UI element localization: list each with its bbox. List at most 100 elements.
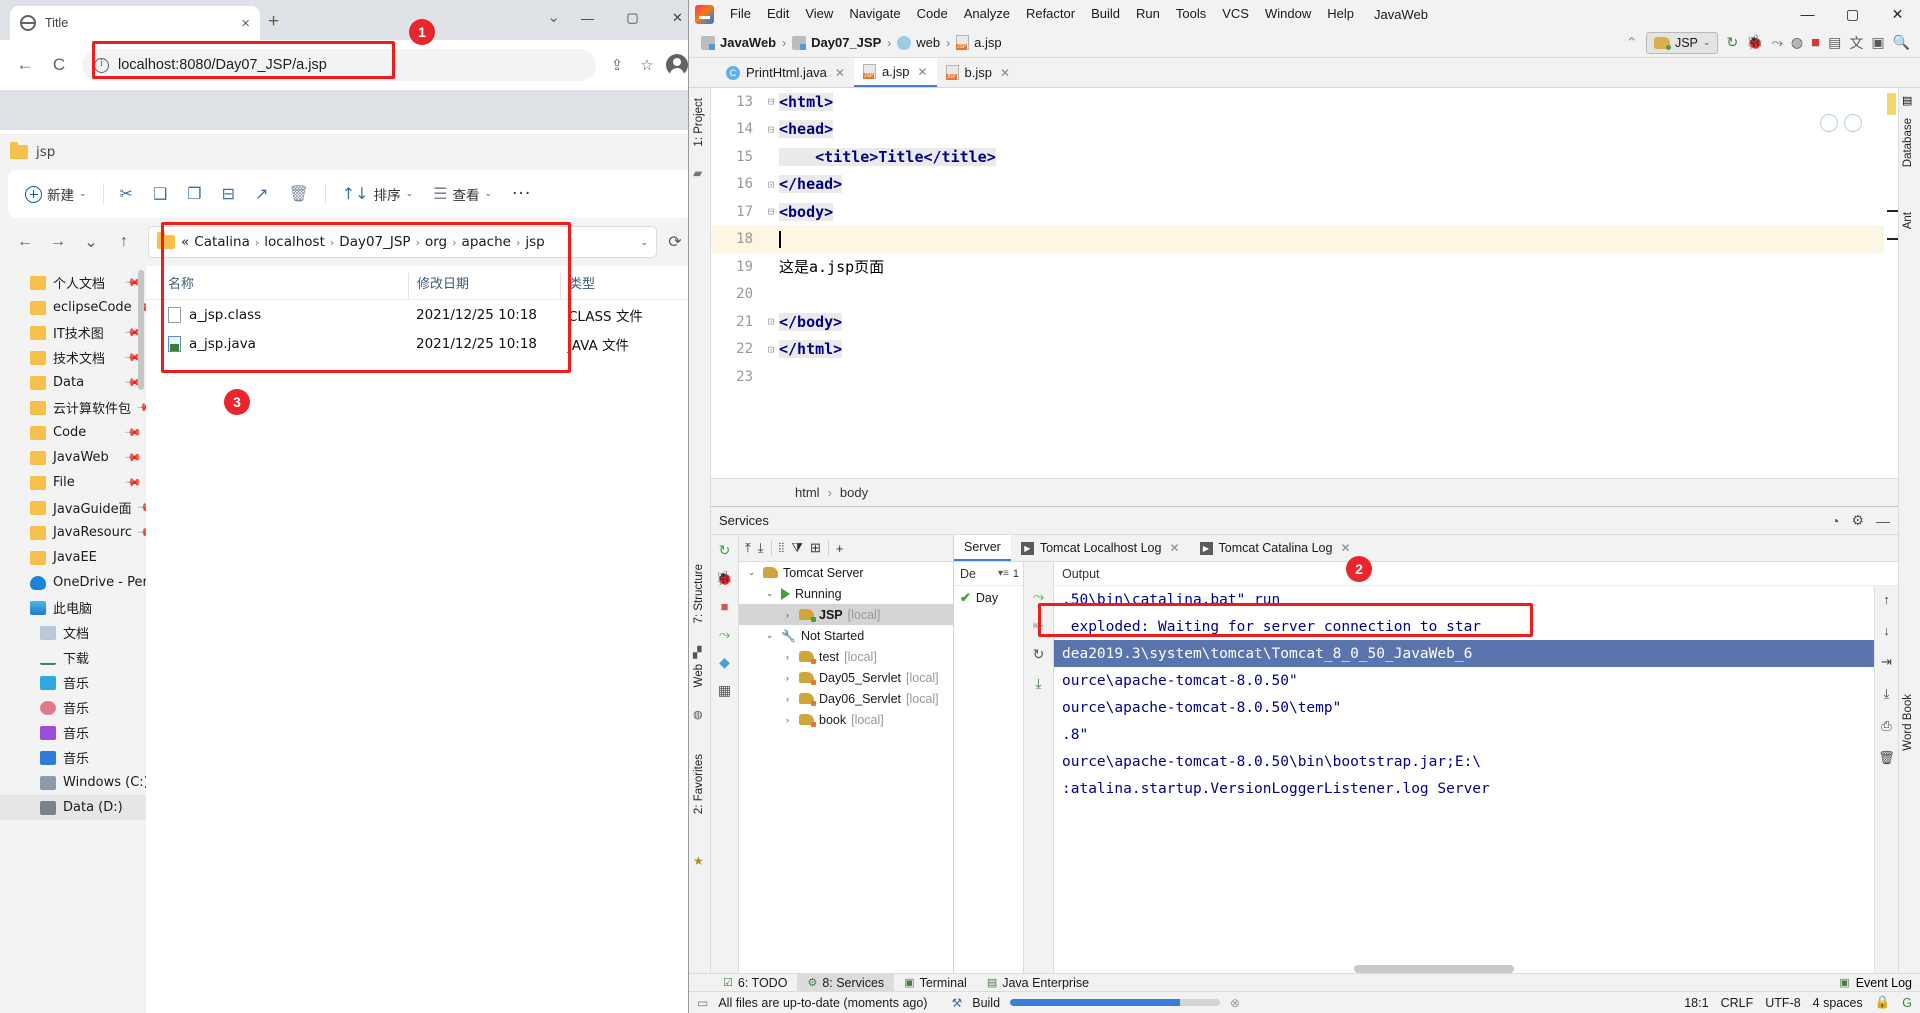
cancel-icon[interactable]: ⊗ <box>1230 996 1240 1010</box>
close-button[interactable]: ✕ <box>1875 0 1920 28</box>
breadcrumb-segment[interactable]: org <box>425 234 447 250</box>
tree-item-tomcat-server[interactable]: ⌄ Tomcat Server <box>739 562 953 583</box>
close-icon[interactable]: ✕ <box>1340 541 1350 555</box>
twisty-icon[interactable]: › <box>781 715 794 725</box>
sidebar-item-javaguide-[interactable]: JavaGuide面 📌 <box>0 495 146 520</box>
twisty-icon[interactable]: › <box>781 673 794 683</box>
tool-button-6-todo[interactable]: ☑ 6: TODO <box>713 974 797 992</box>
share-button[interactable]: ↗ <box>246 177 277 211</box>
file-encoding[interactable]: UTF-8 <box>1765 996 1800 1010</box>
pin-icon[interactable]: 📌 <box>124 448 143 467</box>
line-separator[interactable]: CRLF <box>1721 996 1754 1010</box>
tool-button-favorites[interactable]: 2: Favorites <box>693 748 705 820</box>
browser-preview-icon[interactable] <box>1844 114 1862 132</box>
deploy-icon[interactable]: ⤳ <box>1033 588 1044 605</box>
bookmark-star-icon[interactable]: ☆ <box>632 50 662 80</box>
console-output[interactable]: Output .50\bin\catalina.bat" run explode… <box>1054 562 1898 973</box>
tree-item-not-started[interactable]: ⌄ 🔧 Not Started <box>739 625 953 646</box>
code-line[interactable]: 23 <box>711 363 1898 391</box>
twisty-icon[interactable]: › <box>781 694 794 704</box>
sidebar-item-data-d-[interactable]: Data (D:) <box>0 795 146 820</box>
sidebar-item-javaweb[interactable]: JavaWeb 📌 <box>0 445 146 470</box>
sort-button[interactable]: ↑↓ 排序 ⌄ <box>333 177 422 211</box>
menu-run[interactable]: Run <box>1128 0 1168 28</box>
code-line[interactable]: 21 ⊡ </body> <box>711 308 1898 336</box>
add-icon[interactable]: + <box>836 541 844 556</box>
scroll-down-icon[interactable]: ↓ <box>1883 623 1890 638</box>
stop-icon[interactable]: ■ <box>1811 34 1820 51</box>
scroll-up-icon[interactable]: ↑ <box>1883 592 1890 607</box>
nav-crumb-file[interactable]: a.jsp <box>956 35 1002 50</box>
twisty-icon[interactable]: › <box>781 652 794 662</box>
run-icon[interactable]: ↻ <box>1726 34 1738 51</box>
site-info-icon[interactable] <box>94 57 109 73</box>
close-icon[interactable]: ✕ <box>917 65 927 79</box>
deployment-row[interactable]: ✔ Day <box>954 586 1023 610</box>
up-icon[interactable]: ↑ <box>109 227 139 257</box>
twisty-icon[interactable]: ⌄ <box>763 588 776 599</box>
tool-button-web[interactable]: Web <box>693 658 705 693</box>
services-tab-tomcat-catalina-log[interactable]: ▶ Tomcat Catalina Log ✕ <box>1190 535 1361 561</box>
code-line[interactable]: 16 ⊡ </head> <box>711 171 1898 199</box>
paste-button[interactable]: ❐ <box>178 177 210 211</box>
layout-icon[interactable]: ▣ <box>1871 34 1884 51</box>
git-icon[interactable]: G <box>1902 996 1912 1010</box>
sidebar-item-it-[interactable]: IT技术图 📌 <box>0 320 146 345</box>
collapse-all-icon[interactable]: ⤓ <box>758 540 764 556</box>
export-icon[interactable]: ⤓ <box>1884 686 1890 702</box>
breadcrumb-segment[interactable]: jsp <box>525 234 544 250</box>
stop-icon[interactable]: ■ <box>716 597 734 615</box>
sidebar-item-windows-c-[interactable]: Windows (C:) <box>0 770 146 795</box>
event-log-label[interactable]: Event Log <box>1856 976 1912 990</box>
tool-button-word-book[interactable]: Word Book <box>1902 688 1914 757</box>
fold-icon[interactable]: ⊡ <box>763 178 779 191</box>
nav-crumb-module[interactable]: JavaWeb <box>701 35 776 50</box>
nav-crumb-web[interactable]: web <box>897 35 940 50</box>
tree-item-running[interactable]: ⌄ Running <box>739 583 953 604</box>
editor-tab-a-jsp[interactable]: a.jsp ✕ <box>853 58 937 87</box>
tool-button-structure[interactable]: 7: Structure <box>693 558 705 629</box>
code-line[interactable]: 14 ⊟ <head> <box>711 116 1898 144</box>
indent-setting[interactable]: 4 spaces <box>1813 996 1863 1010</box>
sidebar-item-onedrive-pers[interactable]: OneDrive - Pers <box>0 570 146 595</box>
code-line[interactable]: 13 ⊟ <html> <box>711 88 1898 116</box>
sidebar-item-code[interactable]: Code 📌 <box>0 420 146 445</box>
reload-icon[interactable]: C <box>42 48 76 82</box>
caret-position[interactable]: 18:1 <box>1684 996 1708 1010</box>
breadcrumb-html[interactable]: html <box>795 485 820 500</box>
chevron-down-icon[interactable]: ⌄ <box>547 8 560 26</box>
search-icon[interactable]: 🔍 <box>1893 34 1910 51</box>
close-icon[interactable]: × <box>241 16 250 31</box>
sidebar-item-file[interactable]: File 📌 <box>0 470 146 495</box>
rerun-icon[interactable]: ⤳ <box>1772 34 1783 51</box>
filter-icon[interactable]: ⧩ <box>791 540 803 556</box>
sidebar-item--[interactable]: 音乐 <box>0 670 146 695</box>
inspection-icon[interactable] <box>1820 114 1838 132</box>
more-options-button[interactable]: ··· <box>503 177 540 211</box>
services-tab-server[interactable]: Server <box>954 535 1011 561</box>
gear-icon[interactable]: ⚙ <box>1851 512 1864 529</box>
menu-code[interactable]: Code <box>909 0 956 28</box>
editor-scrollbar[interactable] <box>1884 88 1898 478</box>
clear-icon[interactable]: 🗑 <box>1878 750 1895 766</box>
nav-crumb-project[interactable]: Day07_JSP <box>792 35 881 50</box>
breadcrumb-body[interactable]: body <box>840 485 868 500</box>
twisty-icon[interactable]: ⌄ <box>763 630 776 641</box>
pin-icon[interactable]: 📌 <box>137 523 146 542</box>
menu-view[interactable]: View <box>797 0 841 28</box>
code-line[interactable]: 19 这是a.jsp页面 <box>711 253 1898 281</box>
deploy-icon[interactable]: ▤ <box>1828 34 1841 51</box>
column-header-type[interactable]: 类型 <box>560 273 700 299</box>
rename-button[interactable]: ⊟ <box>213 177 244 211</box>
close-icon[interactable]: ✕ <box>1000 66 1010 80</box>
fold-icon[interactable]: ⊟ <box>763 205 779 218</box>
redeploy-icon[interactable]: ↻ <box>1033 646 1045 663</box>
soft-wrap-icon[interactable]: ⇥ <box>1881 654 1892 670</box>
sidebar-item--[interactable]: 音乐 <box>0 695 146 720</box>
tool-button-java-enterprise[interactable]: ▤ Java Enterprise <box>977 974 1099 992</box>
close-icon[interactable]: ✕ <box>1169 541 1179 555</box>
menu-edit[interactable]: Edit <box>759 0 797 28</box>
services-tab-tomcat-localhost-log[interactable]: ▶ Tomcat Localhost Log ✕ <box>1011 535 1190 561</box>
layout-icon[interactable]: ▦ <box>716 681 734 699</box>
close-icon[interactable]: ✕ <box>835 66 845 80</box>
